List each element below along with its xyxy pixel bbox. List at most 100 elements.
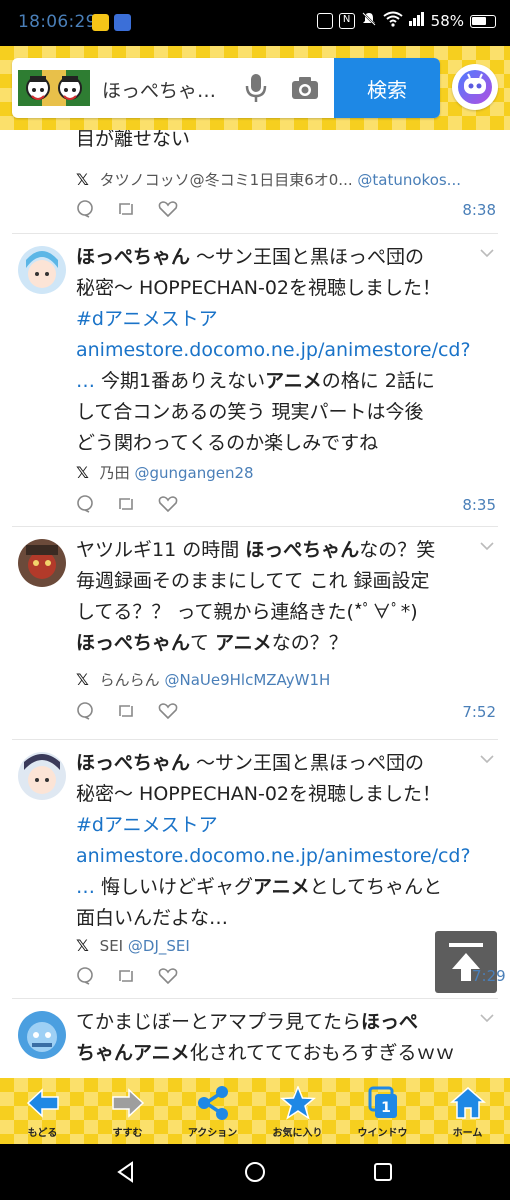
post-item[interactable]: ほっぺちゃん ～サン王国と黒ほっぺ団の 秘密～ HOPPECHAN-02を視聴し… xyxy=(12,234,498,527)
url-link[interactable]: animestore.docomo.ne.jp/animestore/cd? xyxy=(76,841,476,872)
post-time[interactable]: 7:52 xyxy=(462,703,496,721)
like-icon[interactable] xyxy=(158,495,178,513)
post-text: ほっぺちゃん ～サン王国と黒ほっぺ団の 秘密～ HOPPECHAN-02を視聴し… xyxy=(76,748,476,934)
post-text: ヤツルギ11 の時間 ほっぺちゃんなの？笑 毎週録画そのままにしてて これ 録画… xyxy=(76,535,476,659)
system-home-icon[interactable] xyxy=(243,1160,267,1184)
post-item[interactable]: てかまじぼーとアマプラ見てたらほっぺ ちゃんアニメ化されててておもろすぎるｗｗ xyxy=(12,999,498,1078)
post-source[interactable]: 𝕏 らんらん @NaUe9HlcMZAyW1H xyxy=(76,669,496,690)
post-source[interactable]: 𝕏 乃田 @gungangen28 xyxy=(76,462,496,483)
post-text-line: … 悔しいけどギャグアニメとしてちゃんと xyxy=(76,876,443,898)
battery-icon xyxy=(470,14,496,28)
back-button[interactable]: もどる xyxy=(0,1078,85,1144)
system-navigation-bar xyxy=(0,1144,510,1200)
microphone-icon[interactable] xyxy=(244,72,268,104)
wifi-icon xyxy=(383,11,403,31)
post-text-line: 秘密～ HOPPECHAN-02を視聴しました！ xyxy=(76,783,441,805)
site-logo[interactable] xyxy=(18,66,90,110)
browser-header: ほっぺちゃ… 検索 xyxy=(0,46,510,130)
hashtag-link[interactable]: #dアニメストア xyxy=(76,304,476,335)
star-icon xyxy=(279,1086,316,1120)
reply-icon[interactable] xyxy=(76,702,94,720)
post-actions xyxy=(76,702,178,720)
chevron-down-icon[interactable] xyxy=(480,541,494,551)
like-icon[interactable] xyxy=(158,200,178,218)
forward-arrow-icon xyxy=(111,1088,144,1118)
post-time[interactable]: 7:29 xyxy=(472,967,506,985)
nav-label: ウインドウ xyxy=(357,1128,408,1139)
window-button[interactable]: 1 ウインドウ xyxy=(340,1078,425,1144)
source-name: 乃田 xyxy=(99,464,130,482)
x-logo-icon: 𝕏 xyxy=(76,670,89,689)
nfc-icon: N xyxy=(338,13,355,29)
like-icon[interactable] xyxy=(158,967,178,985)
post-actions xyxy=(76,967,178,985)
home-icon xyxy=(449,1087,486,1119)
bottom-toolbar: もどる すすむ アクション お気に入り 1 ウインドウ ホーム xyxy=(0,1078,510,1144)
reply-icon[interactable] xyxy=(76,967,94,985)
source-name: SEI xyxy=(99,937,124,955)
vibrate-icon xyxy=(316,13,333,29)
nav-label: もどる xyxy=(27,1128,58,1139)
post-source[interactable]: 𝕏 タツノコッソ@冬コミ1日目東6オ0... @tatunokos... xyxy=(76,169,496,190)
signal-icon xyxy=(408,12,425,30)
back-arrow-icon xyxy=(26,1088,59,1118)
forward-button[interactable]: すすむ xyxy=(85,1078,170,1144)
hashtag-link[interactable]: #dアニメストア xyxy=(76,810,476,841)
avatar[interactable] xyxy=(18,539,66,587)
source-handle[interactable]: @gungangen28 xyxy=(134,464,253,482)
post-text-line: 目が離せない xyxy=(76,130,191,150)
source-name: らんらん xyxy=(99,671,160,689)
post-actions xyxy=(76,200,178,218)
assistant-icon xyxy=(458,70,492,104)
search-results-feed[interactable]: 目が離せない 𝕏 タツノコッソ@冬コミ1日目東6オ0... @tatunokos… xyxy=(0,130,510,1078)
post-text-line: ちゃんアニメ化されててておもろすぎるｗｗ xyxy=(76,1042,455,1064)
post-item[interactable]: ヤツルギ11 の時間 ほっぺちゃんなの？笑 毎週録画そのままにしてて これ 録画… xyxy=(12,527,498,740)
action-button[interactable]: アクション xyxy=(170,1078,255,1144)
source-handle[interactable]: @tatunokos... xyxy=(357,171,461,189)
post-text-line: てかまじぼーとアマプラ見てたらほっぺ xyxy=(76,1011,419,1033)
reply-icon[interactable] xyxy=(76,495,94,513)
x-logo-icon: 𝕏 xyxy=(76,170,89,189)
post-text-line: してる？？ って親から連絡きた(*ﾟ∀ﾟ*) xyxy=(76,601,418,623)
post-text-line: ヤツルギ11 の時間 ほっぺちゃんなの？笑 xyxy=(76,539,436,561)
url-link[interactable]: animestore.docomo.ne.jp/animestore/cd? xyxy=(76,335,476,366)
source-handle[interactable]: @DJ_SEI xyxy=(128,937,190,955)
source-handle[interactable]: @NaUe9HlcMZAyW1H xyxy=(164,671,330,689)
home-button[interactable]: ホーム xyxy=(425,1078,510,1144)
post-text-line: して合コンあるの笑う 現実パートは今後 xyxy=(76,401,424,423)
retweet-icon[interactable] xyxy=(116,495,136,513)
retweet-icon[interactable] xyxy=(116,702,136,720)
retweet-icon[interactable] xyxy=(116,200,136,218)
assistant-button[interactable] xyxy=(452,64,498,110)
nav-label: お気に入り xyxy=(272,1128,323,1139)
system-recents-icon[interactable] xyxy=(372,1161,394,1183)
search-query[interactable]: ほっぺちゃ… xyxy=(102,76,232,103)
post-item[interactable]: 目が離せない 𝕏 タツノコッソ@冬コミ1日目東6オ0... @tatunokos… xyxy=(12,130,498,234)
post-actions xyxy=(76,495,178,513)
like-icon[interactable] xyxy=(158,702,178,720)
favorites-button[interactable]: お気に入り xyxy=(255,1078,340,1144)
camera-icon[interactable] xyxy=(290,74,320,102)
post-text-line: 毎週録画そのままにしてて これ 録画設定 xyxy=(76,570,430,592)
avatar[interactable] xyxy=(18,246,66,294)
chevron-down-icon[interactable] xyxy=(480,754,494,764)
post-item[interactable]: ほっぺちゃん ～サン王国と黒ほっぺ団の 秘密～ HOPPECHAN-02を視聴し… xyxy=(12,740,498,999)
notification-app-icon xyxy=(92,14,109,31)
search-button[interactable]: 検索 xyxy=(334,58,440,118)
post-source[interactable]: 𝕏 SEI @DJ_SEI xyxy=(76,936,496,955)
avatar[interactable] xyxy=(18,752,66,800)
chevron-down-icon[interactable] xyxy=(480,1013,494,1023)
x-logo-icon: 𝕏 xyxy=(76,936,89,955)
search-box[interactable]: ほっぺちゃ… 検索 xyxy=(12,58,440,118)
nav-label: アクション xyxy=(187,1128,238,1139)
chevron-down-icon[interactable] xyxy=(480,248,494,258)
system-back-icon[interactable] xyxy=(114,1160,138,1184)
avatar[interactable] xyxy=(18,1011,66,1059)
post-time[interactable]: 8:38 xyxy=(462,201,496,219)
retweet-icon[interactable] xyxy=(116,967,136,985)
share-icon xyxy=(197,1086,228,1120)
post-text-line: ほっぺちゃん ～サン王国と黒ほっぺ団の xyxy=(76,246,425,268)
window-count: 1 xyxy=(381,1100,391,1116)
post-time[interactable]: 8:35 xyxy=(462,496,496,514)
reply-icon[interactable] xyxy=(76,200,94,218)
